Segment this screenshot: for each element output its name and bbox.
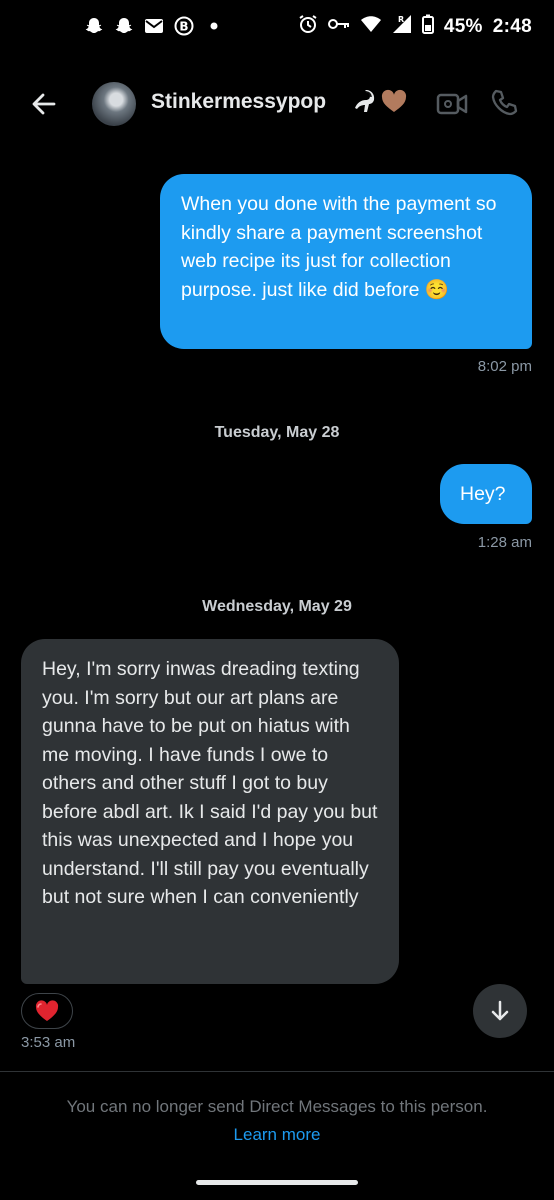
skunk-emoji-icon: [355, 90, 375, 112]
avatar[interactable]: [92, 82, 136, 126]
arrow-left-icon: [32, 93, 56, 115]
conversation-header: Stinkermessypop: [0, 70, 554, 136]
vpn-key-icon: [327, 17, 350, 36]
contact-name[interactable]: Stinkermessypop: [151, 90, 326, 114]
gmail-icon: [144, 16, 164, 36]
name-emojis: [354, 88, 408, 114]
bitcoin-icon: B: [174, 16, 194, 36]
learn-more-link[interactable]: Learn more: [0, 1125, 554, 1145]
battery-percent: 45%: [443, 15, 483, 37]
snapchat-icon: [84, 16, 104, 36]
dot-icon: [204, 16, 224, 36]
message-timestamp: 8:02 pm: [477, 358, 532, 375]
svg-text:R: R: [398, 15, 404, 24]
divider: [0, 1071, 554, 1072]
system-icons: R 45% 2:48: [298, 14, 532, 39]
home-indicator[interactable]: [196, 1180, 358, 1185]
scroll-to-bottom-button[interactable]: [473, 984, 527, 1038]
brown-heart-icon: [381, 89, 407, 112]
video-call-icon: [436, 93, 468, 115]
status-bar: B R 45% 2:48: [0, 0, 554, 56]
message-timestamp: 1:28 am: [477, 534, 532, 551]
message-bubble-outgoing[interactable]: Hey?: [440, 464, 532, 524]
message-timestamp: 3:53 am: [21, 1034, 76, 1051]
notification-icons: B: [84, 16, 224, 36]
signal-icon: R: [392, 14, 412, 39]
dm-restriction-notice: You can no longer send Direct Messages t…: [66, 1097, 488, 1116]
alarm-icon: [298, 14, 318, 39]
phone-icon: [491, 89, 518, 116]
svg-text:B: B: [179, 20, 188, 34]
voice-call-button[interactable]: [490, 88, 520, 118]
message-reaction[interactable]: [21, 993, 73, 1029]
battery-icon: [421, 14, 434, 39]
red-heart-icon: [35, 1000, 59, 1021]
wifi-icon: [360, 15, 382, 38]
snapchat-icon: [114, 16, 134, 36]
back-button[interactable]: [28, 88, 60, 120]
date-separator: Wednesday, May 29: [202, 598, 352, 615]
message-bubble-outgoing[interactable]: When you done with the payment so kindly…: [160, 174, 532, 349]
message-bubble-incoming[interactable]: Hey, I'm sorry inwas dreading texting yo…: [21, 639, 399, 984]
arrow-down-icon: [491, 1000, 509, 1021]
clock: 2:48: [492, 15, 532, 37]
date-separator: Tuesday, May 28: [214, 424, 340, 441]
video-call-button[interactable]: [436, 90, 468, 118]
